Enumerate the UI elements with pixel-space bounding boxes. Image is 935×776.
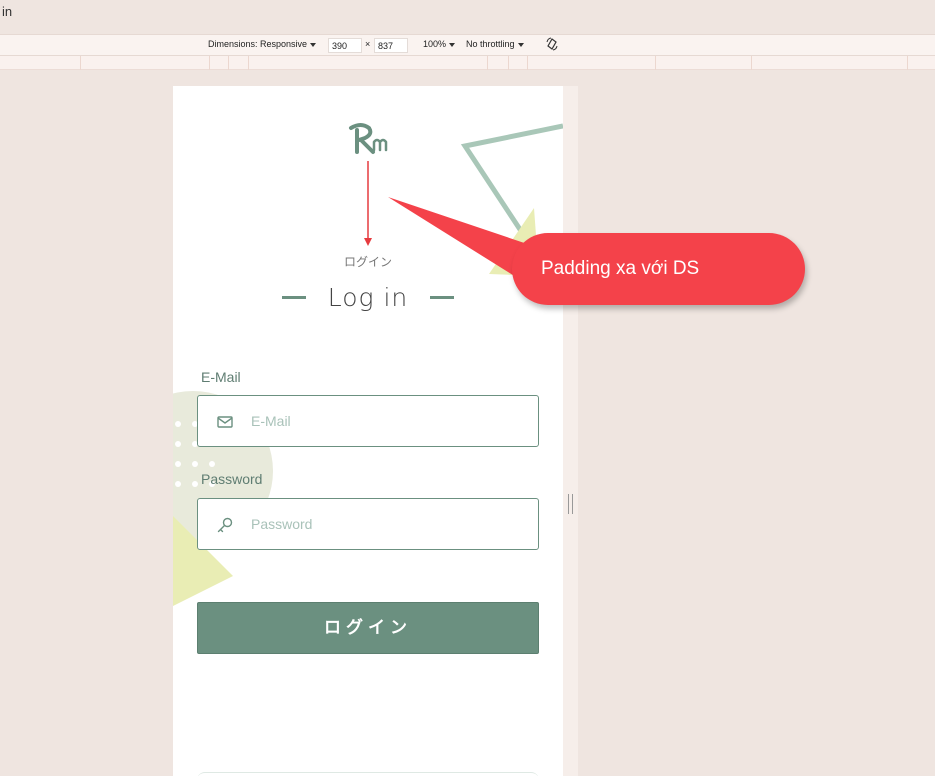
annotation-arrowhead (364, 238, 372, 246)
annotation-overlay (364, 161, 560, 292)
annotation-callout: Padding xa với DS (512, 233, 805, 305)
callout-text: Padding xa với DS (541, 258, 700, 279)
